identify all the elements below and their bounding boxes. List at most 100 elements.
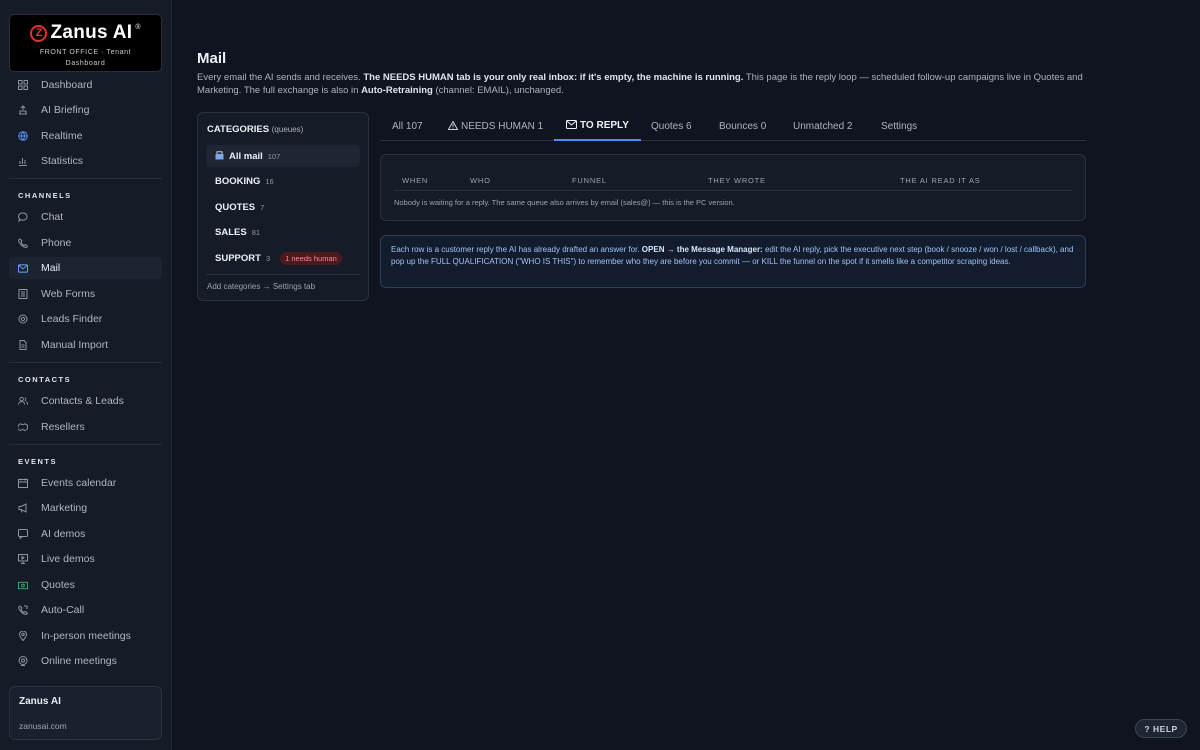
- phone-icon: [18, 238, 28, 248]
- brand-logo[interactable]: Z Zanus AI ® FRONT OFFICE · Tenant Dashb…: [9, 14, 162, 72]
- sidebar-item-label: Leads Finder: [41, 313, 103, 325]
- sidebar-item-live-demos[interactable]: Live demos: [9, 548, 162, 570]
- categories-title-text: CATEGORIES: [207, 124, 270, 135]
- section-label-contacts: CONTACTS: [18, 375, 72, 384]
- categories-title-sub: (queues): [271, 125, 304, 134]
- sidebar-item-ai-briefing[interactable]: AI Briefing: [9, 99, 162, 121]
- sidebar-item-web-forms[interactable]: Web Forms: [9, 283, 162, 305]
- category-all-mail[interactable]: All mail 107: [206, 145, 360, 167]
- bar-chart-icon: [18, 156, 28, 166]
- sidebar-item-chat[interactable]: Chat: [9, 206, 162, 228]
- category-quotes[interactable]: QUOTES 7: [206, 196, 360, 218]
- needs-human-badge[interactable]: 1 needs human: [280, 251, 342, 265]
- megaphone-icon: [18, 503, 28, 513]
- briefing-icon: [18, 105, 28, 115]
- sidebar-item-label: Chat: [41, 211, 64, 223]
- sidebar-item-label: Quotes: [41, 579, 75, 591]
- brand-name: Zanus AI: [50, 22, 133, 43]
- sidebar-item-resellers[interactable]: Resellers: [9, 416, 162, 438]
- column-header-ai-read[interactable]: THE AI READ IT AS: [900, 176, 981, 185]
- chat-bubble-icon: [18, 529, 28, 539]
- sidebar-item-label: Events calendar: [41, 477, 117, 489]
- tab-unmatched[interactable]: Unmatched 2: [781, 112, 864, 141]
- categories-panel: CATEGORIES (queues) All mail 107 BOOKING…: [197, 112, 369, 301]
- tab-label: Settings: [881, 121, 918, 132]
- category-count: 3: [265, 253, 271, 263]
- tab-settings[interactable]: Settings: [869, 112, 929, 141]
- category-sales[interactable]: SALES 81: [206, 221, 360, 243]
- help-label: HELP: [1153, 723, 1178, 734]
- brand-sub-line2: Dashboard: [65, 60, 106, 67]
- column-header-they-wrote[interactable]: THEY WROTE: [708, 176, 766, 185]
- chat-icon: [18, 212, 28, 222]
- sidebar-item-manual-import[interactable]: Manual Import: [9, 334, 162, 356]
- sidebar-item-label: Resellers: [41, 421, 85, 433]
- tab-quotes[interactable]: Quotes 6: [639, 112, 704, 141]
- sidebar-item-label: Online meetings: [41, 655, 117, 667]
- empty-state-message: Nobody is waiting for a reply. The same …: [394, 198, 735, 207]
- sidebar-item-label: Web Forms: [41, 288, 96, 300]
- sidebar-item-label: Auto-Call: [41, 604, 85, 616]
- sidebar-item-label: Statistics: [41, 155, 84, 167]
- category-booking[interactable]: BOOKING 16: [206, 170, 360, 192]
- sidebar-item-contacts-leads[interactable]: Contacts & Leads: [9, 390, 162, 412]
- sidebar-item-mail[interactable]: Mail: [9, 257, 162, 279]
- column-header-when[interactable]: WHEN: [402, 176, 428, 185]
- sidebar-item-online-meetings[interactable]: Online meetings: [9, 650, 162, 672]
- sidebar-item-leads-finder[interactable]: Leads Finder: [9, 308, 162, 330]
- handshake-icon: [18, 422, 28, 432]
- sidebar: Z Zanus AI ® FRONT OFFICE · Tenant Dashb…: [0, 0, 172, 750]
- column-header-funnel[interactable]: FUNNEL: [572, 176, 607, 185]
- sidebar-item-auto-call[interactable]: Auto-Call: [9, 599, 162, 621]
- sidebar-item-phone[interactable]: Phone: [9, 232, 162, 254]
- info-callout: Each row is a customer reply the AI has …: [380, 235, 1086, 288]
- sidebar-item-label: Live demos: [41, 553, 95, 565]
- column-header-who[interactable]: WHO: [470, 176, 491, 185]
- reply-table: WHEN WHO FUNNEL THEY WROTE THE AI READ I…: [380, 154, 1086, 221]
- brand-subtitle: FRONT OFFICE · Tenant Dashboard: [10, 47, 161, 69]
- sidebar-divider: [9, 178, 162, 179]
- account-name: Zanus AI: [19, 696, 61, 707]
- sidebar-item-quotes[interactable]: Quotes: [9, 574, 162, 596]
- auto-call-icon: [18, 605, 28, 615]
- tab-to-reply[interactable]: TO REPLY: [554, 112, 641, 141]
- tab-label: All 107: [392, 121, 423, 132]
- sidebar-item-label: In-person meetings: [41, 630, 131, 642]
- grid-icon: [18, 80, 28, 90]
- sidebar-item-ai-demos[interactable]: AI demos: [9, 523, 162, 545]
- sidebar-item-realtime[interactable]: Realtime: [9, 125, 162, 147]
- add-categories-link[interactable]: Add categories → Settings tab: [207, 282, 315, 291]
- tab-needs-human[interactable]: NEEDS HUMAN 1: [436, 112, 555, 141]
- tab-label: TO REPLY: [580, 120, 629, 131]
- tab-bounces[interactable]: Bounces 0: [707, 112, 778, 141]
- categories-title: CATEGORIES (queues): [207, 124, 303, 135]
- category-count: 107: [267, 151, 281, 161]
- leads-icon: [18, 314, 28, 324]
- sidebar-item-label: AI Briefing: [41, 104, 90, 116]
- tab-label: NEEDS HUMAN 1: [461, 121, 544, 132]
- mail-icon: [18, 263, 28, 273]
- category-label: SALES: [215, 226, 247, 238]
- category-label: All mail: [229, 150, 263, 162]
- tab-all[interactable]: All 107: [380, 112, 435, 141]
- sidebar-item-marketing[interactable]: Marketing: [9, 497, 162, 519]
- quote-icon: [18, 580, 28, 590]
- sidebar-item-label: Realtime: [41, 130, 83, 142]
- category-count: 7: [260, 202, 265, 212]
- warning-icon: [447, 120, 459, 132]
- help-button[interactable]: ? HELP: [1135, 719, 1187, 738]
- intro-bold-2: Auto-Retraining: [361, 85, 433, 96]
- import-icon: [18, 340, 28, 350]
- category-label: SUPPORT: [215, 252, 261, 264]
- sidebar-item-dashboard[interactable]: Dashboard: [9, 74, 162, 96]
- account-domain: zanusai.com: [19, 721, 67, 731]
- location-icon: [18, 631, 28, 641]
- sidebar-item-statistics[interactable]: Statistics: [9, 150, 162, 172]
- table-header-divider: [394, 190, 1072, 191]
- category-support[interactable]: SUPPORT 3 1 needs human: [206, 247, 360, 269]
- sidebar-item-in-person-meetings[interactable]: In-person meetings: [9, 625, 162, 647]
- sidebar-item-events-calendar[interactable]: Events calendar: [9, 472, 162, 494]
- category-count: 16: [265, 176, 274, 186]
- account-card[interactable]: Zanus AI zanusai.com: [9, 686, 162, 740]
- intro-text-1: Every email the AI sends and receives.: [197, 72, 364, 83]
